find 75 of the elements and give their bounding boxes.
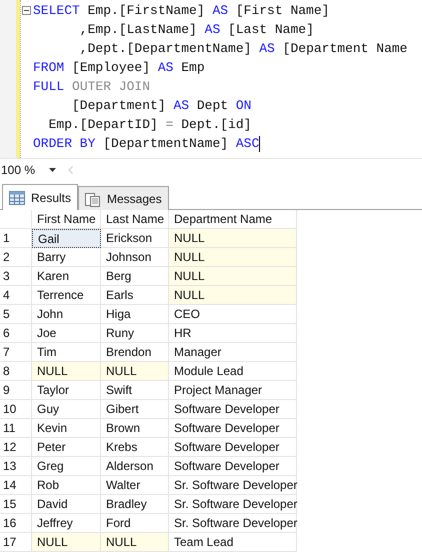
- row-number: 11: [0, 419, 32, 438]
- row-number: 9: [0, 381, 32, 400]
- table-cell[interactable]: Sr. Software Developer: [169, 476, 297, 495]
- table-cell[interactable]: NULL: [169, 267, 297, 286]
- table-cell[interactable]: Taylor: [32, 381, 101, 400]
- table-cell[interactable]: NULL: [32, 362, 101, 381]
- table-cell[interactable]: NULL: [101, 362, 169, 381]
- row-number: 12: [0, 438, 32, 457]
- row-number: 3: [0, 267, 32, 286]
- table-cell[interactable]: Greg: [32, 457, 101, 476]
- table-cell[interactable]: Module Lead: [169, 362, 297, 381]
- table-cell[interactable]: NULL: [169, 229, 297, 248]
- table-cell[interactable]: NULL: [101, 533, 169, 552]
- grid-icon: [9, 190, 25, 204]
- column-header[interactable]: Last Name: [101, 210, 169, 229]
- table-cell[interactable]: John: [32, 305, 101, 324]
- table-cell[interactable]: Rob: [32, 476, 101, 495]
- table-cell[interactable]: NULL: [169, 248, 297, 267]
- collapse-icon[interactable]: [22, 6, 31, 15]
- document-icon: [85, 190, 102, 206]
- zoom-dropdown[interactable]: 100 %: [0, 161, 60, 179]
- table-cell[interactable]: Barry: [32, 248, 101, 267]
- table-cell[interactable]: Bradley: [101, 495, 169, 514]
- table-cell[interactable]: Walter: [101, 476, 169, 495]
- column-header[interactable]: Department Name: [169, 210, 297, 229]
- table-cell[interactable]: Peter: [32, 438, 101, 457]
- table-cell[interactable]: Sr. Software Developer: [169, 495, 297, 514]
- table-cell[interactable]: Gail: [32, 229, 101, 248]
- table-cell[interactable]: Runy: [101, 324, 169, 343]
- row-number: 6: [0, 324, 32, 343]
- table-cell[interactable]: NULL: [32, 533, 101, 552]
- table-cell[interactable]: Software Developer: [169, 400, 297, 419]
- table-cell[interactable]: Team Lead: [169, 533, 297, 552]
- table-cell[interactable]: Software Developer: [169, 438, 297, 457]
- table-cell[interactable]: Karen: [32, 267, 101, 286]
- table-cell[interactable]: David: [32, 495, 101, 514]
- row-number: 5: [0, 305, 32, 324]
- row-number: 10: [0, 400, 32, 419]
- table-cell[interactable]: Gibert: [101, 400, 169, 419]
- table-cell[interactable]: Project Manager: [169, 381, 297, 400]
- table-cell[interactable]: Software Developer: [169, 457, 297, 476]
- row-number: 2: [0, 248, 32, 267]
- table-cell[interactable]: Manager: [169, 343, 297, 362]
- table-cell[interactable]: Software Developer: [169, 419, 297, 438]
- row-number: 7: [0, 343, 32, 362]
- table-cell[interactable]: CEO: [169, 305, 297, 324]
- row-number: 4: [0, 286, 32, 305]
- table-cell[interactable]: Joe: [32, 324, 101, 343]
- table-cell[interactable]: NULL: [169, 286, 297, 305]
- table-cell[interactable]: Guy: [32, 400, 101, 419]
- code-line: ,Emp.[LastName] AS [Last Name]: [78, 21, 314, 39]
- code-line: ORDER BY [DepartmentName] ASC: [33, 135, 260, 153]
- table-cell[interactable]: Brown: [101, 419, 169, 438]
- table-cell[interactable]: Swift: [101, 381, 169, 400]
- table-cell[interactable]: Alderson: [101, 457, 169, 476]
- row-number: 13: [0, 457, 32, 476]
- table-cell[interactable]: Kevin: [32, 419, 101, 438]
- table-cell[interactable]: Krebs: [101, 438, 169, 457]
- table-cell[interactable]: Terrence: [32, 286, 101, 305]
- tab[interactable]: Messages: [78, 186, 169, 210]
- caret-icon[interactable]: [49, 168, 56, 172]
- table-cell[interactable]: Higa: [101, 305, 169, 324]
- code-line: ,Dept.[DepartmentName] AS [Department Name: [78, 40, 408, 58]
- tab[interactable]: Results: [2, 184, 78, 210]
- table-cell[interactable]: Sr. Software Developer: [169, 514, 297, 533]
- code-line: Emp.[DepartID] = Dept.[id]: [48, 116, 252, 134]
- code-line: FROM [Employee] AS Emp: [33, 59, 205, 77]
- column-header[interactable]: First Name: [32, 210, 101, 229]
- row-number: 16: [0, 514, 32, 533]
- row-number: 14: [0, 476, 32, 495]
- code-line: FULL OUTER JOIN: [33, 78, 150, 96]
- row-number: 15: [0, 495, 32, 514]
- table-cell[interactable]: HR: [169, 324, 297, 343]
- code-line: [Department] AS Dept ON: [71, 97, 252, 115]
- code-line: SELECT Emp.[FirstName] AS [First Name]: [33, 2, 330, 20]
